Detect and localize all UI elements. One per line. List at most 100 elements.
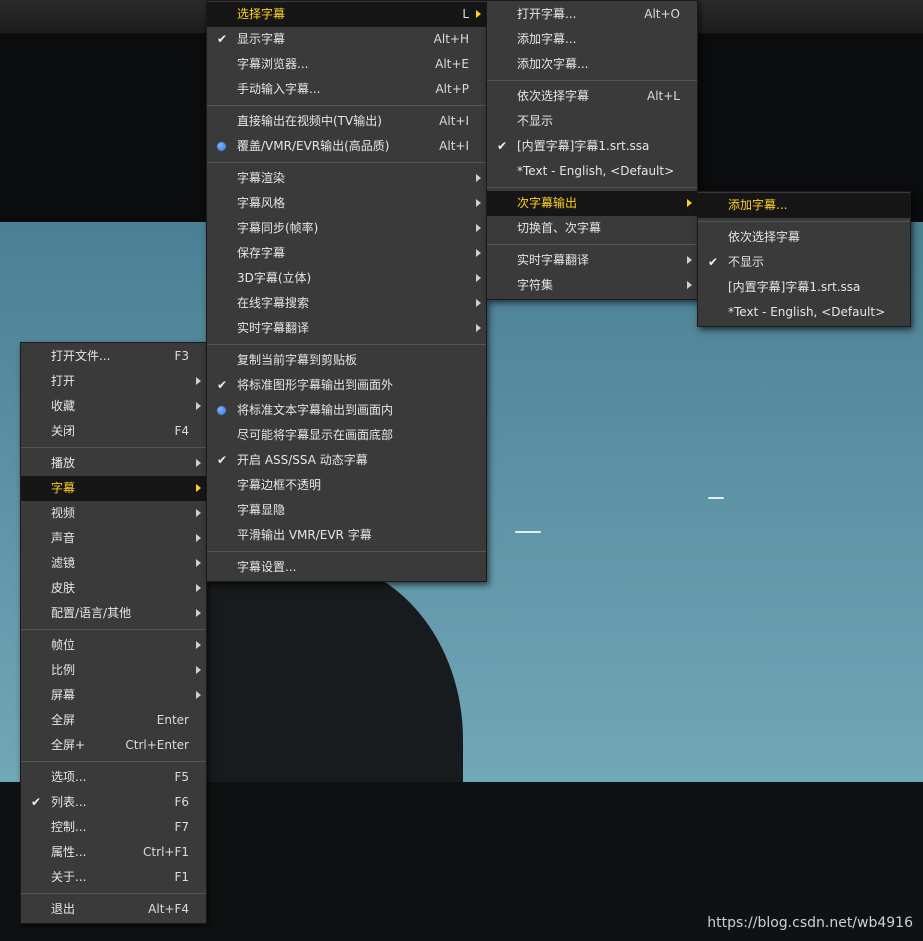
main-menu-item-20[interactable]: ✔ 列表... F6 (21, 790, 206, 815)
main-menu-item-25[interactable]: 退出 Alt+F4 (21, 897, 206, 922)
main-menu-item-21[interactable]: 控制... F7 (21, 815, 206, 840)
menu-item-label: 实时字幕翻译 (517, 253, 590, 267)
select-subtitle-submenu: 打开字幕... Alt+O 添加字幕... 添加次字幕... 依次选择字幕 Alt+L 不显… (486, 0, 698, 300)
main-menu-item-13[interactable]: 帧位 (21, 633, 206, 658)
subtitle-menu-item-13[interactable]: 在线字幕搜索 (207, 291, 486, 316)
main-menu-item-2[interactable]: 收藏 (21, 394, 206, 419)
subtitle-menu-item-14[interactable]: 实时字幕翻译 (207, 316, 486, 341)
main-menu-item-8[interactable]: 声音 (21, 526, 206, 551)
menu-item-label: [内置字幕]字幕1.srt.ssa (728, 280, 861, 294)
secondary-output-menu-item-5[interactable]: *Text - English, <Default> (698, 300, 910, 325)
menu-item-label: 滤镜 (51, 556, 76, 570)
menu-item-label: 退出 (51, 902, 76, 916)
main-menu-item-1[interactable]: 打开 (21, 369, 206, 394)
shortcut-label: L (462, 7, 469, 21)
main-menu-item-17[interactable]: 全屏+ Ctrl+Enter (21, 733, 206, 758)
subtitle-menu-item-0[interactable]: 选择字幕 L (207, 2, 486, 27)
shortcut-label: Alt+F4 (148, 902, 189, 916)
main-context-menu: 打开文件... F3 打开收藏关闭 F4 播放字幕 视频 声音滤镜皮肤 配置/语言/其他 帧位比… (20, 342, 207, 924)
subtitle-menu-item-17[interactable]: ✔ 将标准图形字幕输出到画面外 (207, 373, 486, 398)
main-menu-item-9[interactable]: 滤镜 (21, 551, 206, 576)
menu-item-label: 3D字幕(立体) (237, 271, 312, 285)
submenu-arrow-icon (687, 199, 692, 207)
main-menu-item-15[interactable]: 屏幕 (21, 683, 206, 708)
select-subtitle-menu-item-13[interactable]: 字符集 (487, 273, 697, 298)
subtitle-menu-item-9[interactable]: 字幕风格 (207, 191, 486, 216)
subtitle-menu-item-1[interactable]: ✔ 显示字幕 Alt+H (207, 27, 486, 52)
main-menu-item-23[interactable]: 关于... F1 (21, 865, 206, 890)
subtitle-menu-item-22[interactable]: 字幕显隐 (207, 498, 486, 523)
menu-item-label: 打开字幕... (517, 7, 577, 21)
menu-item-label: 次字幕输出 (517, 196, 578, 210)
main-menu-item-16[interactable]: 全屏 Enter (21, 708, 206, 733)
radio-selected-icon (217, 142, 226, 151)
submenu-arrow-icon (196, 484, 201, 492)
select-subtitle-menu-item-7[interactable]: *Text - English, <Default> (487, 159, 697, 184)
subtitle-menu-item-21[interactable]: 字幕边框不透明 (207, 473, 486, 498)
menu-separator (487, 187, 697, 188)
subtitle-menu-item-16[interactable]: 复制当前字幕到剪贴板 (207, 348, 486, 373)
submenu-arrow-icon (196, 609, 201, 617)
main-menu-item-11[interactable]: 配置/语言/其他 (21, 601, 206, 626)
secondary-output-menu-item-2[interactable]: 依次选择字幕 (698, 225, 910, 250)
menu-item-label: 复制当前字幕到剪贴板 (237, 353, 358, 367)
select-subtitle-menu-item-6[interactable]: ✔ [内置字幕]字幕1.srt.ssa (487, 134, 697, 159)
menu-item-label: *Text - English, <Default> (517, 164, 675, 178)
menu-item-label: 选项... (51, 770, 87, 784)
shortcut-label: Alt+L (647, 89, 680, 103)
menu-item-label: 直接输出在视频中(TV输出) (237, 114, 382, 128)
subtitle-menu-item-11[interactable]: 保存字幕 (207, 241, 486, 266)
select-subtitle-menu-item-12[interactable]: 实时字幕翻译 (487, 248, 697, 273)
subtitle-menu-item-23[interactable]: 平滑输出 VMR/EVR 字幕 (207, 523, 486, 548)
secondary-output-menu-item-4[interactable]: [内置字幕]字幕1.srt.ssa (698, 275, 910, 300)
select-subtitle-menu-item-4[interactable]: 依次选择字幕 Alt+L (487, 84, 697, 109)
select-subtitle-menu-item-2[interactable]: 添加次字幕... (487, 52, 697, 77)
subtitle-menu-item-20[interactable]: ✔ 开启 ASS/SSA 动态字幕 (207, 448, 486, 473)
main-menu-item-19[interactable]: 选项... F5 (21, 765, 206, 790)
secondary-output-menu-item-0[interactable]: 添加字幕... (698, 193, 910, 218)
menu-item-label: 不显示 (517, 114, 554, 128)
select-subtitle-menu-item-10[interactable]: 切换首、次字幕 (487, 216, 697, 241)
subtitle-menu-item-3[interactable]: 手动输入字幕... Alt+P (207, 77, 486, 102)
menu-item-label: 收藏 (51, 399, 76, 413)
secondary-output-menu-item-3[interactable]: ✔ 不显示 (698, 250, 910, 275)
main-menu-item-0[interactable]: 打开文件... F3 (21, 344, 206, 369)
main-menu-item-22[interactable]: 属性... Ctrl+F1 (21, 840, 206, 865)
subtitle-submenu: 选择字幕 L ✔ 显示字幕 Alt+H 字幕浏览器... Alt+E 手动输入字幕... Alt… (206, 0, 487, 582)
main-menu-item-14[interactable]: 比例 (21, 658, 206, 683)
select-subtitle-menu-item-5[interactable]: 不显示 (487, 109, 697, 134)
select-subtitle-menu-item-9[interactable]: 次字幕输出 (487, 191, 697, 216)
submenu-arrow-icon (196, 459, 201, 467)
subtitle-menu-item-12[interactable]: 3D字幕(立体) (207, 266, 486, 291)
submenu-arrow-icon (196, 559, 201, 567)
subtitle-menu-item-6[interactable]: 覆盖/VMR/EVR输出(高品质) Alt+I (207, 134, 486, 159)
submenu-arrow-icon (476, 299, 481, 307)
menu-item-label: 字幕边框不透明 (237, 478, 322, 492)
submenu-arrow-icon (196, 584, 201, 592)
subtitle-menu-item-8[interactable]: 字幕渲染 (207, 166, 486, 191)
main-menu-item-5[interactable]: 播放 (21, 451, 206, 476)
menu-item-label: 播放 (51, 456, 76, 470)
subtitle-menu-item-5[interactable]: 直接输出在视频中(TV输出) Alt+I (207, 109, 486, 134)
menu-item-label: 全屏 (51, 713, 76, 727)
subtitle-menu-item-19[interactable]: 尽可能将字幕显示在画面底部 (207, 423, 486, 448)
menu-item-label: 添加字幕... (728, 198, 788, 212)
menu-separator (21, 893, 206, 894)
subtitle-menu-item-25[interactable]: 字幕设置... (207, 555, 486, 580)
menu-item-label: [内置字幕]字幕1.srt.ssa (517, 139, 650, 153)
main-menu-item-6[interactable]: 字幕 (21, 476, 206, 501)
shortcut-label: Alt+I (439, 114, 469, 128)
select-subtitle-menu-item-0[interactable]: 打开字幕... Alt+O (487, 2, 697, 27)
menu-item-label: 将标准文本字幕输出到画面内 (237, 403, 394, 417)
select-subtitle-menu-item-1[interactable]: 添加字幕... (487, 27, 697, 52)
main-menu-item-10[interactable]: 皮肤 (21, 576, 206, 601)
menu-item-label: 尽可能将字幕显示在画面底部 (237, 428, 394, 442)
subtitle-menu-item-2[interactable]: 字幕浏览器... Alt+E (207, 52, 486, 77)
menu-item-label: 关闭 (51, 424, 76, 438)
subtitle-menu-item-10[interactable]: 字幕同步(帧率) (207, 216, 486, 241)
main-menu-item-3[interactable]: 关闭 F4 (21, 419, 206, 444)
subtitle-menu-item-18[interactable]: 将标准文本字幕输出到画面内 (207, 398, 486, 423)
main-menu-item-7[interactable]: 视频 (21, 501, 206, 526)
shortcut-label: Alt+P (435, 82, 469, 96)
shortcut-label: F6 (174, 795, 189, 809)
